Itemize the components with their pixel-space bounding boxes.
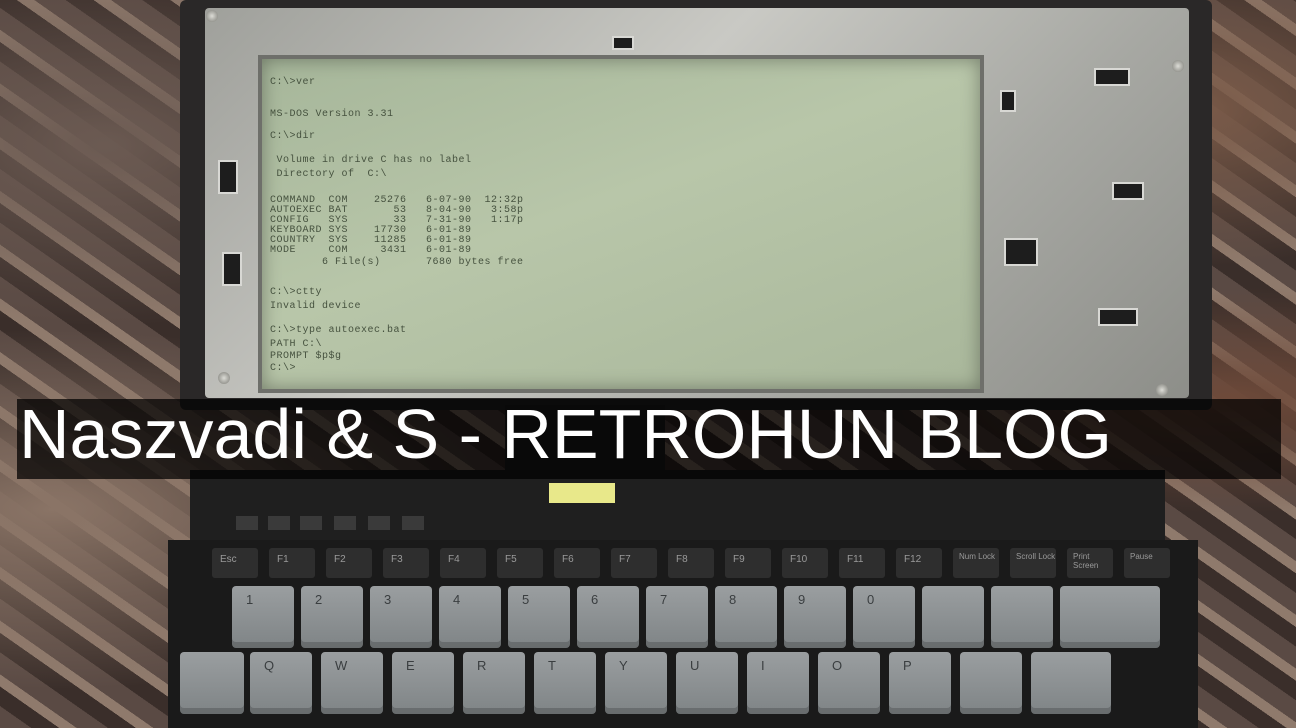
dos-line: C:\>ver — [270, 77, 316, 88]
bezel-slot — [222, 252, 242, 286]
dos-line: Volume in drive C has no label — [270, 155, 472, 166]
letter-key[interactable]: W — [321, 652, 383, 714]
function-key[interactable]: F9 — [725, 548, 771, 578]
number-key[interactable]: 2 — [301, 586, 363, 648]
letter-key[interactable]: P — [889, 652, 951, 714]
letter-key[interactable]: I — [747, 652, 809, 714]
letter-key[interactable]: U — [676, 652, 738, 714]
dos-line: MS-DOS Version 3.31 — [270, 109, 394, 120]
function-key[interactable]: Num Lock — [953, 548, 999, 578]
function-key[interactable]: F5 — [497, 548, 543, 578]
number-key[interactable] — [1060, 586, 1160, 648]
letter-key[interactable]: O — [818, 652, 880, 714]
function-key[interactable]: F2 — [326, 548, 372, 578]
lcd-screen: C:\>ver MS-DOS Version 3.31 C:\>dir Volume… — [258, 55, 984, 393]
function-key[interactable]: F11 — [839, 548, 885, 578]
status-led-icon — [236, 516, 258, 530]
banner-title: Naszvadi & S - RETROHUN BLOG — [19, 395, 1112, 473]
function-key[interactable]: F6 — [554, 548, 600, 578]
function-key[interactable]: F10 — [782, 548, 828, 578]
number-key[interactable] — [991, 586, 1053, 648]
number-key[interactable]: 4 — [439, 586, 501, 648]
status-led-icon — [334, 516, 356, 530]
bezel-slot — [1112, 182, 1144, 200]
letter-key[interactable]: T — [534, 652, 596, 714]
status-led-icon — [368, 516, 390, 530]
bezel-slot — [218, 160, 238, 194]
function-key[interactable]: Esc — [212, 548, 258, 578]
function-key[interactable]: Pause — [1124, 548, 1170, 578]
dos-line: C:\> — [270, 363, 297, 374]
number-key[interactable]: 9 — [784, 586, 846, 648]
status-led-icon — [268, 516, 290, 530]
screw-icon — [1156, 384, 1168, 396]
dos-line: PATH C:\ — [270, 339, 323, 350]
number-key[interactable]: 1 — [232, 586, 294, 648]
number-key[interactable]: 5 — [508, 586, 570, 648]
dos-line: PROMPT $p$g — [270, 351, 342, 362]
bezel-slot — [1098, 308, 1138, 326]
number-key[interactable]: 6 — [577, 586, 639, 648]
number-key[interactable] — [922, 586, 984, 648]
dos-line: MODE COM 3431 6-01-89 — [270, 245, 472, 256]
status-led-icon — [300, 516, 322, 530]
letter-key[interactable]: R — [463, 652, 525, 714]
screw-icon — [206, 10, 218, 22]
screw-icon — [1172, 60, 1184, 72]
dos-line: Directory of C:\ — [270, 169, 388, 180]
function-key[interactable]: F8 — [668, 548, 714, 578]
number-key[interactable]: 3 — [370, 586, 432, 648]
function-key[interactable]: F3 — [383, 548, 429, 578]
bezel-slot — [612, 36, 634, 50]
letter-key[interactable] — [1031, 652, 1111, 714]
function-key[interactable]: F4 — [440, 548, 486, 578]
photo-scene: C:\>ver MS-DOS Version 3.31 C:\>dir Volume… — [0, 0, 1296, 728]
dos-line: 6 File(s) 7680 bytes free — [270, 257, 524, 268]
latch — [549, 483, 615, 503]
function-key[interactable]: F7 — [611, 548, 657, 578]
letter-key[interactable]: E — [392, 652, 454, 714]
function-key[interactable]: F1 — [269, 548, 315, 578]
bezel-slot — [1094, 68, 1130, 86]
number-key[interactable]: 0 — [853, 586, 915, 648]
letter-key[interactable] — [180, 652, 244, 714]
letter-key[interactable]: Y — [605, 652, 667, 714]
function-key[interactable]: F12 — [896, 548, 942, 578]
screw-icon — [218, 372, 230, 384]
function-key[interactable]: Print Screen — [1067, 548, 1113, 578]
bezel-slot — [1004, 238, 1038, 266]
number-key[interactable]: 8 — [715, 586, 777, 648]
status-led-icon — [402, 516, 424, 530]
bezel-slot — [1000, 90, 1016, 112]
dos-line: C:\>dir — [270, 131, 316, 142]
number-key[interactable]: 7 — [646, 586, 708, 648]
dos-line: C:\>type autoexec.bat — [270, 325, 407, 336]
letter-key[interactable]: Q — [250, 652, 312, 714]
dos-line: C:\>ctty — [270, 287, 323, 298]
dos-line: Invalid device — [270, 301, 362, 312]
letter-key[interactable] — [960, 652, 1022, 714]
function-key[interactable]: Scroll Lock — [1010, 548, 1056, 578]
